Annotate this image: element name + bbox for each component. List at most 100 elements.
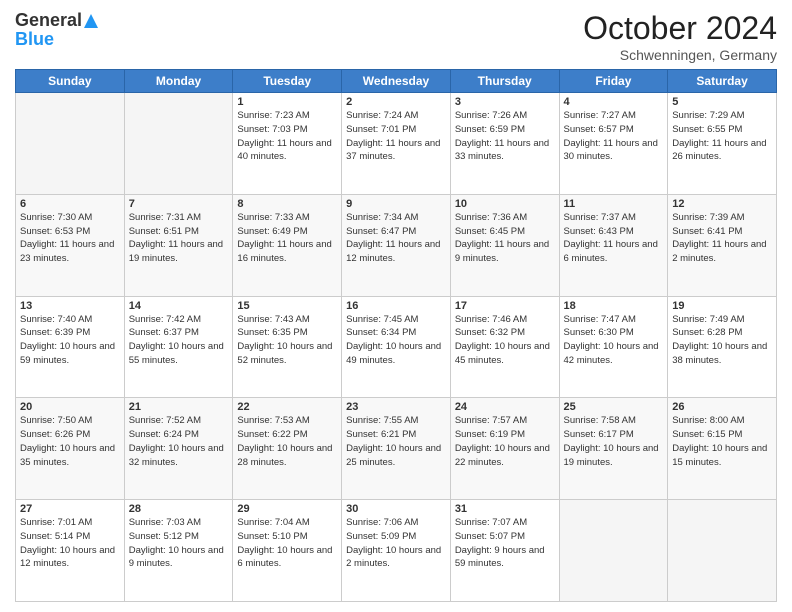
sunset: Sunset: 6:55 PM — [672, 124, 742, 135]
sunset: Sunset: 5:07 PM — [455, 531, 525, 542]
table-row: 26Sunrise: 8:00 AMSunset: 6:15 PMDayligh… — [668, 398, 777, 500]
day-info: Sunrise: 7:04 AMSunset: 5:10 PMDaylight:… — [237, 516, 337, 571]
day-number: 7 — [129, 198, 229, 210]
daylight: Daylight: 10 hours and 15 minutes. — [672, 443, 767, 468]
sunrise: Sunrise: 7:58 AM — [564, 415, 636, 426]
calendar-week-row: 6Sunrise: 7:30 AMSunset: 6:53 PMDaylight… — [16, 194, 777, 296]
table-row: 27Sunrise: 7:01 AMSunset: 5:14 PMDayligh… — [16, 500, 125, 602]
day-number: 15 — [237, 300, 337, 312]
sunrise: Sunrise: 8:00 AM — [672, 415, 744, 426]
table-row: 5Sunrise: 7:29 AMSunset: 6:55 PMDaylight… — [668, 93, 777, 195]
day-info: Sunrise: 7:24 AMSunset: 7:01 PMDaylight:… — [346, 109, 446, 164]
sunset: Sunset: 6:34 PM — [346, 327, 416, 338]
daylight: Daylight: 10 hours and 42 minutes. — [564, 341, 659, 366]
daylight: Daylight: 11 hours and 23 minutes. — [20, 239, 114, 264]
day-number: 14 — [129, 300, 229, 312]
day-info: Sunrise: 7:46 AMSunset: 6:32 PMDaylight:… — [455, 313, 555, 368]
day-info: Sunrise: 7:30 AMSunset: 6:53 PMDaylight:… — [20, 211, 120, 266]
sunrise: Sunrise: 7:52 AM — [129, 415, 201, 426]
daylight: Daylight: 10 hours and 35 minutes. — [20, 443, 115, 468]
sunset: Sunset: 7:01 PM — [346, 124, 416, 135]
logo-blue-text: Blue — [15, 29, 54, 50]
header: General Blue October 2024 Schwenningen, … — [15, 10, 777, 63]
logo-general-text: General — [15, 10, 82, 31]
sunrise: Sunrise: 7:34 AM — [346, 212, 418, 223]
sunrise: Sunrise: 7:31 AM — [129, 212, 201, 223]
sunrise: Sunrise: 7:36 AM — [455, 212, 527, 223]
sunset: Sunset: 6:19 PM — [455, 429, 525, 440]
table-row: 28Sunrise: 7:03 AMSunset: 5:12 PMDayligh… — [124, 500, 233, 602]
day-number: 19 — [672, 300, 772, 312]
daylight: Daylight: 10 hours and 9 minutes. — [129, 545, 224, 570]
table-row: 8Sunrise: 7:33 AMSunset: 6:49 PMDaylight… — [233, 194, 342, 296]
col-sunday: Sunday — [16, 70, 125, 93]
day-info: Sunrise: 7:50 AM Sunset: 6:26 PM Daylight:… — [20, 414, 120, 469]
logo-line1: General — [15, 10, 98, 31]
sunrise: Sunrise: 7:03 AM — [129, 517, 201, 528]
sunrise: Sunrise: 7:06 AM — [346, 517, 418, 528]
daylight: Daylight: 10 hours and 25 minutes. — [346, 443, 441, 468]
day-info: Sunrise: 7:37 AMSunset: 6:43 PMDaylight:… — [564, 211, 664, 266]
day-number: 2 — [346, 96, 446, 108]
table-row: 12Sunrise: 7:39 AMSunset: 6:41 PMDayligh… — [668, 194, 777, 296]
sunset: Sunset: 6:49 PM — [237, 226, 307, 237]
sunset: Sunset: 6:22 PM — [237, 429, 307, 440]
sunset: Sunset: 5:09 PM — [346, 531, 416, 542]
day-info: Sunrise: 7:01 AMSunset: 5:14 PMDaylight:… — [20, 516, 120, 571]
table-row — [668, 500, 777, 602]
sunrise: Sunrise: 7:33 AM — [237, 212, 309, 223]
daylight: Daylight: 10 hours and 49 minutes. — [346, 341, 441, 366]
day-info: Sunrise: 7:31 AMSunset: 6:51 PMDaylight:… — [129, 211, 229, 266]
sunset: Sunset: 6:21 PM — [346, 429, 416, 440]
sunset: Sunset: 6:24 PM — [129, 429, 199, 440]
day-number: 20 — [20, 401, 120, 413]
day-info: Sunrise: 7:49 AMSunset: 6:28 PMDaylight:… — [672, 313, 772, 368]
sunset: Sunset: 7:03 PM — [237, 124, 307, 135]
daylight: Daylight: 10 hours and 28 minutes. — [237, 443, 332, 468]
day-info: Sunrise: 7:23 AMSunset: 7:03 PMDaylight:… — [237, 109, 337, 164]
table-row: 30Sunrise: 7:06 AMSunset: 5:09 PMDayligh… — [342, 500, 451, 602]
daylight: Daylight: 11 hours and 9 minutes. — [455, 239, 549, 264]
day-info: Sunrise: 7:29 AMSunset: 6:55 PMDaylight:… — [672, 109, 772, 164]
calendar-table: Sunday Monday Tuesday Wednesday Thursday… — [15, 69, 777, 602]
day-number: 18 — [564, 300, 664, 312]
sunrise: Sunrise: 7:50 AM — [20, 415, 92, 426]
sunset: Sunset: 6:57 PM — [564, 124, 634, 135]
table-row: 13Sunrise: 7:40 AMSunset: 6:39 PMDayligh… — [16, 296, 125, 398]
sunrise: Sunrise: 7:27 AM — [564, 110, 636, 121]
sunrise: Sunrise: 7:55 AM — [346, 415, 418, 426]
daylight: Daylight: 11 hours and 6 minutes. — [564, 239, 658, 264]
sunset: Sunset: 6:41 PM — [672, 226, 742, 237]
day-number: 4 — [564, 96, 664, 108]
table-row: 16Sunrise: 7:45 AMSunset: 6:34 PMDayligh… — [342, 296, 451, 398]
calendar-week-row: 20 Sunrise: 7:50 AM Sunset: 6:26 PM Dayligh… — [16, 398, 777, 500]
sunrise: Sunrise: 7:01 AM — [20, 517, 92, 528]
day-number: 29 — [237, 503, 337, 515]
day-info: Sunrise: 7:58 AMSunset: 6:17 PMDaylight:… — [564, 414, 664, 469]
table-row: 17Sunrise: 7:46 AMSunset: 6:32 PMDayligh… — [450, 296, 559, 398]
page: General Blue October 2024 Schwenningen, … — [0, 0, 792, 612]
day-number: 23 — [346, 401, 446, 413]
day-number: 16 — [346, 300, 446, 312]
daylight: Daylight: 10 hours and 12 minutes. — [20, 545, 115, 570]
day-number: 11 — [564, 198, 664, 210]
daylight: Daylight: 11 hours and 40 minutes. — [237, 138, 331, 163]
col-thursday: Thursday — [450, 70, 559, 93]
sunset: Sunset: 6:53 PM — [20, 226, 90, 237]
logo: General Blue — [15, 10, 98, 50]
day-info: Sunrise: 7:07 AMSunset: 5:07 PMDaylight:… — [455, 516, 555, 571]
day-info: Sunrise: 7:45 AMSunset: 6:34 PMDaylight:… — [346, 313, 446, 368]
day-number: 13 — [20, 300, 120, 312]
sunrise: Sunrise: 7:24 AM — [346, 110, 418, 121]
daylight: Daylight: 11 hours and 2 minutes. — [672, 239, 766, 264]
table-row: 11Sunrise: 7:37 AMSunset: 6:43 PMDayligh… — [559, 194, 668, 296]
table-row: 6Sunrise: 7:30 AMSunset: 6:53 PMDaylight… — [16, 194, 125, 296]
sunset: Sunset: 6:37 PM — [129, 327, 199, 338]
daylight: Daylight: 9 hours and 59 minutes. — [455, 545, 545, 570]
table-row: 29Sunrise: 7:04 AMSunset: 5:10 PMDayligh… — [233, 500, 342, 602]
sunset: Sunset: 6:26 PM — [20, 429, 90, 440]
table-row: 1Sunrise: 7:23 AMSunset: 7:03 PMDaylight… — [233, 93, 342, 195]
table-row — [124, 93, 233, 195]
location: Schwenningen, Germany — [583, 47, 777, 63]
day-number: 25 — [564, 401, 664, 413]
